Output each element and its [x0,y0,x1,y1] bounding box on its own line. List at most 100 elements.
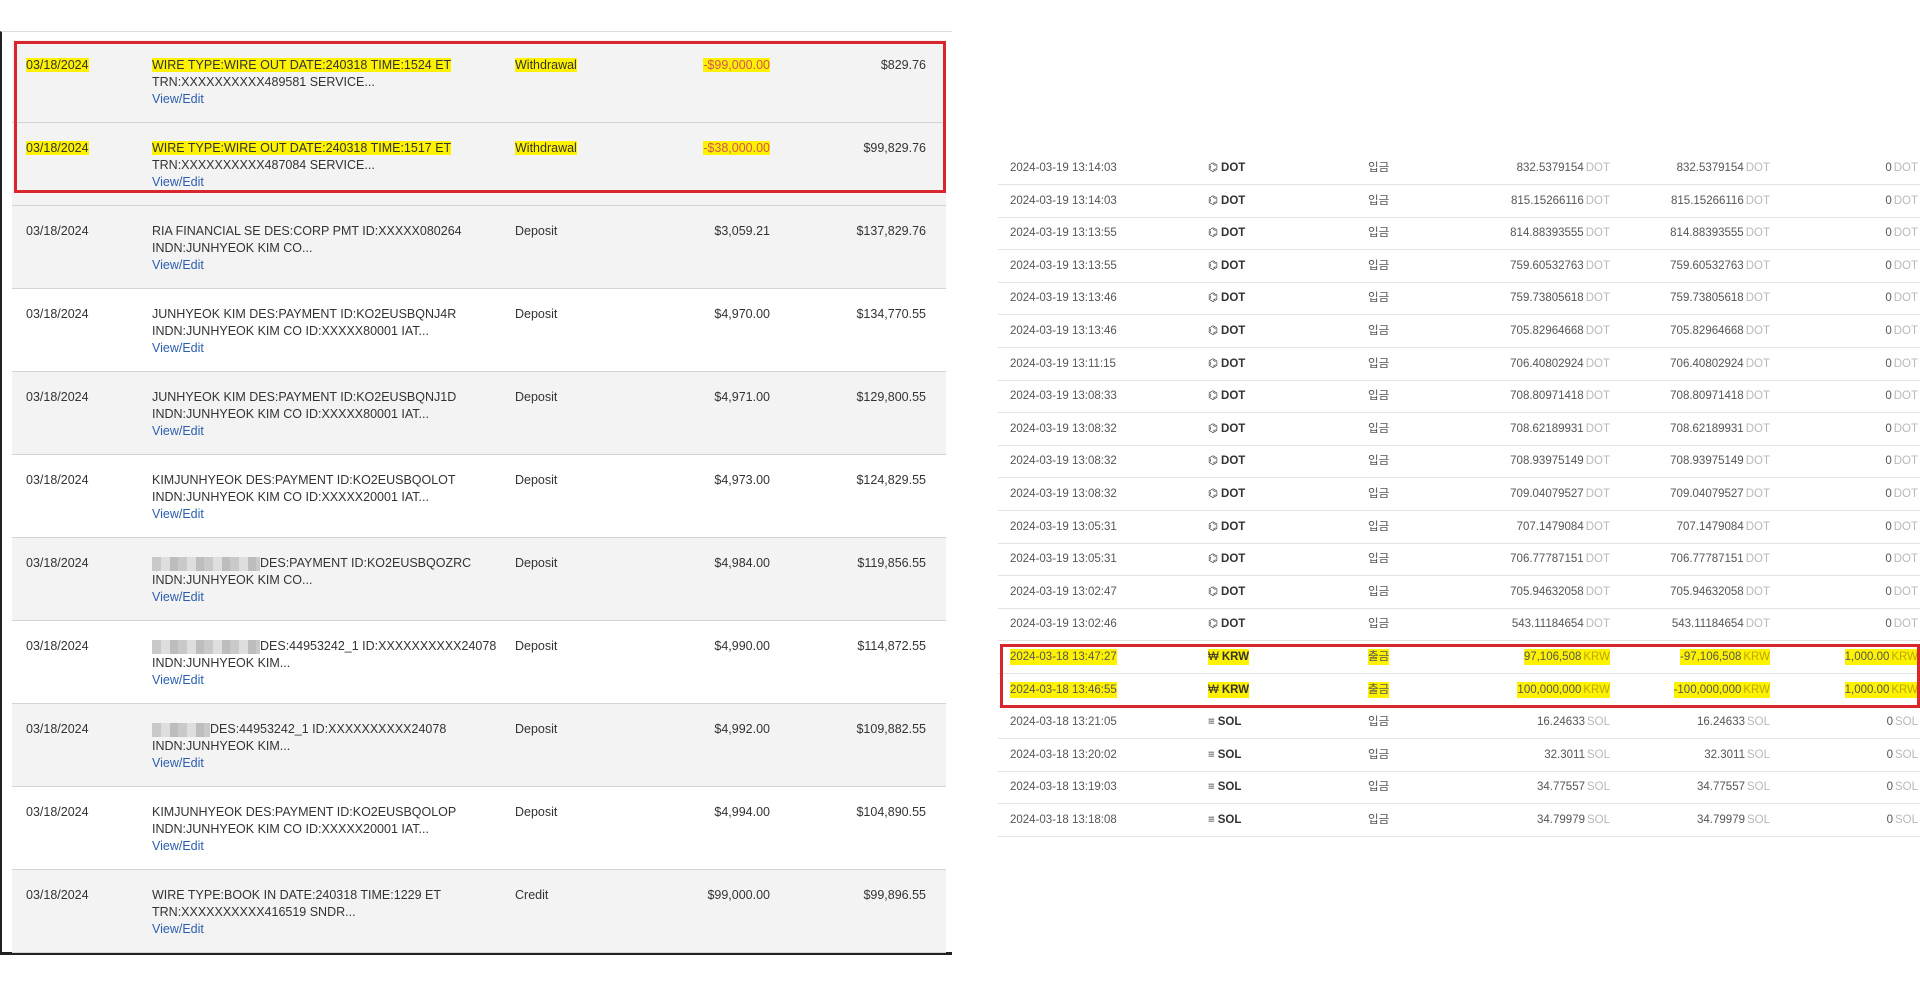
quantity-cell: 706.40802924 DOT [1510,356,1610,372]
fee: 0 [1885,521,1892,533]
fee-cell: 0 SOL [1887,747,1918,763]
settled-amount: 705.82964668 [1670,325,1744,337]
transaction-amount: $4,973.00 [714,473,770,487]
transaction-amount: $99,000.00 [707,888,770,902]
coin-symbol: DOT [1221,358,1246,370]
quantity: 759.73805618 [1510,292,1584,304]
transaction-date: 03/18/2024 [26,141,89,155]
description-line-1: KIMJUNHYEOK DES:PAYMENT ID:KO2EUSBQOLOP [152,805,457,819]
settled-amount: -97,106,508 [1679,651,1742,663]
coin-cell: ⌬ DOT [1208,551,1245,567]
fee-cell: 0 DOT [1885,486,1918,502]
quantity-unit: DOT [1585,488,1610,500]
transaction-description: WIRE TYPE:WIRE OUT DATE:240318 TIME:1517… [152,140,502,191]
quantity-unit: DOT [1585,292,1610,304]
fee-unit: DOT [1893,227,1918,239]
fee-unit: DOT [1893,488,1918,500]
running-balance: $134,770.55 [856,307,926,321]
transaction-type: Credit [515,888,549,902]
view-edit-link[interactable]: View/Edit [152,257,502,274]
settled-amount-cell: 705.94632058 DOT [1670,584,1770,600]
fee-unit: SOL [1894,749,1918,761]
settled-amount-cell: -97,106,508 KRW [1679,649,1770,665]
view-edit-link[interactable]: View/Edit [152,423,502,440]
transaction-kind: 입금 [1368,423,1390,435]
description-line-1: WIRE TYPE:WIRE OUT DATE:240318 TIME:1517… [152,141,452,155]
running-balance: $129,800.55 [856,390,926,404]
settled-amount-cell: 709.04079527 DOT [1670,486,1770,502]
transaction-datetime: 2024-03-19 13:13:55 [1010,260,1117,272]
table-row: 2024-03-18 13:47:27 ₩ KRW 출금 97,106,508 KRW -9… [998,641,1920,674]
solana-icon: ≡ [1208,749,1215,761]
transaction-type: Deposit [515,390,558,404]
description-line-1: DES:PAYMENT ID:KO2EUSBQOZRC [260,556,472,570]
transaction-datetime: 2024-03-18 13:18:08 [1010,814,1117,826]
settled-amount: 705.94632058 [1670,586,1744,598]
quantity: 34.79979 [1537,814,1585,826]
quantity-cell: 759.73805618 DOT [1510,290,1610,306]
fee-cell: 0 DOT [1885,388,1918,404]
settled-amount-cell: 706.77787151 DOT [1670,551,1770,567]
quantity-unit: KRW [1583,651,1610,663]
transaction-kind: 입금 [1368,814,1390,826]
quantity: 100,000,000 [1517,684,1582,696]
view-edit-link[interactable]: View/Edit [152,838,502,855]
coin-cell: ⌬ DOT [1208,290,1245,306]
settled-unit: DOT [1745,195,1770,207]
settled-amount-cell: 815.15266116 DOT [1671,193,1770,209]
fee-unit: DOT [1893,521,1918,533]
fee-cell: 0 SOL [1887,779,1918,795]
polkadot-icon: ⌬ [1208,488,1219,500]
description-line-2: INDN:JUNHYEOK KIM CO ID:XXXXX20001 IAT..… [152,490,429,504]
view-edit-link[interactable]: View/Edit [152,755,502,772]
quantity-unit: DOT [1585,325,1610,337]
coin-cell: ≡ SOL [1208,779,1241,795]
transaction-description: DES:PAYMENT ID:KO2EUSBQOZRC INDN:JUNHYEO… [152,555,502,606]
redacted-name [152,639,260,654]
transaction-amount: $4,994.00 [714,805,770,819]
description-line-2: INDN:JUNHYEOK KIM... [152,656,291,670]
quantity: 759.60532763 [1510,260,1584,272]
quantity: 706.40802924 [1510,358,1584,370]
coin-cell: ⌬ DOT [1208,421,1245,437]
transaction-datetime: 2024-03-18 13:21:05 [1010,716,1117,728]
quantity-unit: DOT [1585,521,1610,533]
transaction-description: KIMJUNHYEOK DES:PAYMENT ID:KO2EUSBQOLOT … [152,472,502,523]
fee-cell: 0 DOT [1885,225,1918,241]
coin-symbol: DOT [1221,195,1246,207]
transaction-type: Deposit [515,473,558,487]
settled-amount-cell: 708.62189931 DOT [1670,421,1770,437]
polkadot-icon: ⌬ [1208,325,1219,337]
view-edit-link[interactable]: View/Edit [152,340,502,357]
transaction-date: 03/18/2024 [26,58,89,72]
transaction-type: Deposit [515,556,558,570]
settled-unit: DOT [1745,358,1770,370]
transaction-kind: 입금 [1368,260,1390,272]
fee-cell: 0 DOT [1885,551,1918,567]
view-edit-link[interactable]: View/Edit [152,91,502,108]
view-edit-link[interactable]: View/Edit [152,174,502,191]
description-line-1: WIRE TYPE:BOOK IN DATE:240318 TIME:1229 … [152,888,441,902]
fee: 0 [1885,162,1892,174]
description-line-2: INDN:JUNHYEOK KIM CO... [152,241,313,255]
table-row: 03/18/2024 WIRE TYPE:BOOK IN DATE:240318… [12,870,946,953]
transaction-kind: 입금 [1368,521,1390,533]
table-row: 03/18/2024 WIRE TYPE:WIRE OUT DATE:24031… [12,40,946,123]
view-edit-link[interactable]: View/Edit [152,672,502,689]
won-icon: ₩ [1208,651,1219,663]
transaction-amount: -$99,000.00 [703,58,770,72]
settled-amount: 759.73805618 [1670,292,1744,304]
solana-icon: ≡ [1208,716,1215,728]
table-row: 03/18/2024 DES:PAYMENT ID:KO2EUSBQOZRC I… [12,538,946,621]
settled-amount-cell: 32.3011 SOL [1704,747,1770,763]
transaction-type: Withdrawal [515,58,577,72]
view-edit-link[interactable]: View/Edit [152,589,502,606]
transaction-kind: 입금 [1368,292,1390,304]
view-edit-link[interactable]: View/Edit [152,921,502,938]
polkadot-icon: ⌬ [1208,423,1219,435]
quantity-unit: DOT [1585,227,1610,239]
table-row: 2024-03-18 13:19:03 ≡ SOL 입금 34.77557 SOL 34.7… [998,771,1920,804]
view-edit-link[interactable]: View/Edit [152,506,502,523]
quantity-unit: DOT [1585,195,1610,207]
table-row: 03/18/2024 JUNHYEOK KIM DES:PAYMENT ID:K… [12,372,946,455]
